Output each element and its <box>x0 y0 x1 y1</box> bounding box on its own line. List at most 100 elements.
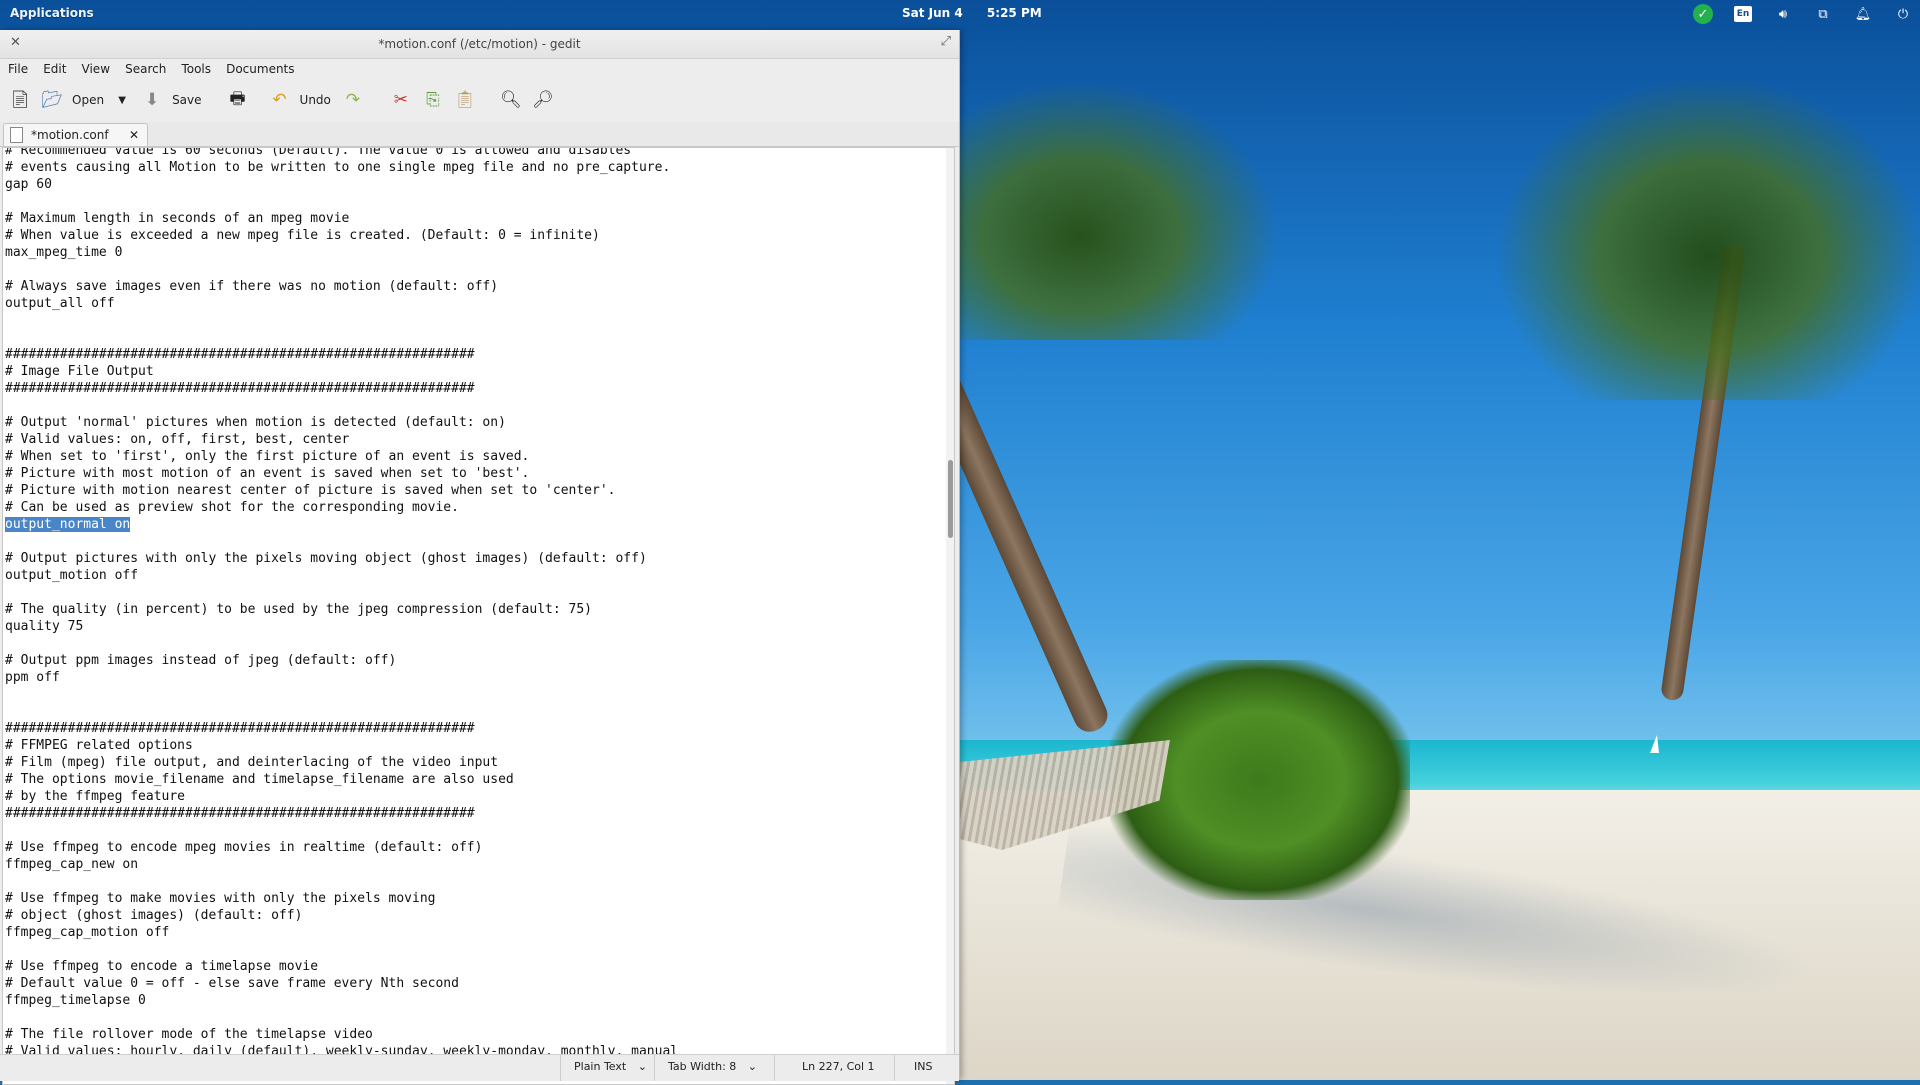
code-line[interactable]: quality 75 <box>5 618 678 635</box>
code-line[interactable] <box>5 193 678 210</box>
code-line[interactable]: # The options movie_filename and timelap… <box>5 771 678 788</box>
menu-edit[interactable]: Edit <box>43 62 66 76</box>
code-line[interactable] <box>5 686 678 703</box>
open-button[interactable]: 📂︎ Open <box>40 88 104 112</box>
code-line[interactable]: output_all off <box>5 295 678 312</box>
code-line[interactable]: # The file rollover mode of the timelaps… <box>5 1026 678 1043</box>
volume-icon[interactable]: 🔊︎ <box>1770 3 1796 25</box>
print-button[interactable]: 🖶 <box>226 88 250 112</box>
status-bar: Plain Text ⌄ Tab Width: 8 ⌄ Ln 227, Col … <box>0 1054 959 1081</box>
code-line[interactable]: ffmpeg_timelapse 0 <box>5 992 678 1009</box>
editor-content[interactable]: # Recommended value is 60 seconds (Defau… <box>5 148 678 1077</box>
code-line[interactable] <box>5 703 678 720</box>
code-line[interactable]: # events causing all Motion to be writte… <box>5 159 678 176</box>
code-line[interactable] <box>5 1009 678 1026</box>
save-button[interactable]: ⬇ Save <box>140 88 202 112</box>
code-line[interactable] <box>5 329 678 346</box>
redo-button[interactable]: ↷ <box>341 88 365 112</box>
text-editor[interactable]: # Recommended value is 60 seconds (Defau… <box>2 147 955 1085</box>
menu-documents[interactable]: Documents <box>226 62 294 76</box>
menu-search[interactable]: Search <box>125 62 166 76</box>
code-line[interactable] <box>5 584 678 601</box>
code-line[interactable]: # Film (mpeg) file output, and deinterla… <box>5 754 678 771</box>
paste-button[interactable]: 📋︎ <box>453 88 477 112</box>
code-line[interactable]: # Default value 0 = off - else save fram… <box>5 975 678 992</box>
panel-time: 5:25 PM <box>986 6 1042 20</box>
code-line[interactable]: # Image File Output <box>5 363 678 380</box>
code-line[interactable]: # by the ffmpeg feature <box>5 788 678 805</box>
keyboard-layout-indicator[interactable]: En <box>1730 3 1756 25</box>
code-line[interactable]: # object (ghost images) (default: off) <box>5 907 678 924</box>
cut-button[interactable]: ✂ <box>389 88 413 112</box>
code-line[interactable]: ffmpeg_cap_motion off <box>5 924 678 941</box>
notification-bell-icon[interactable]: 🔔︎ <box>1850 3 1876 25</box>
menu-tools[interactable]: Tools <box>181 62 211 76</box>
code-line[interactable]: # Output ppm images instead of jpeg (def… <box>5 652 678 669</box>
code-line[interactable]: # Use ffmpeg to encode mpeg movies in re… <box>5 839 678 856</box>
code-line[interactable]: # The quality (in percent) to be used by… <box>5 601 678 618</box>
network-icon[interactable]: ⧉ <box>1810 3 1836 25</box>
code-line[interactable]: ########################################… <box>5 380 678 397</box>
vertical-scrollbar[interactable] <box>946 148 954 1084</box>
code-line[interactable]: # When value is exceeded a new mpeg file… <box>5 227 678 244</box>
status-divider <box>560 1055 561 1081</box>
panel-clock[interactable]: Sat Jun 4 5:25 PM <box>902 6 1062 20</box>
code-line[interactable]: ########################################… <box>5 346 678 363</box>
code-line[interactable]: # Use ffmpeg to make movies with only th… <box>5 890 678 907</box>
system-tray: ✓ En 🔊︎ ⧉ 🔔︎ ⏻ <box>1690 3 1916 25</box>
menu-view[interactable]: View <box>82 62 110 76</box>
scissors-icon: ✂ <box>393 90 409 110</box>
new-document-button[interactable]: 📄︎ <box>8 88 32 112</box>
open-recent-dropdown[interactable]: ▼ <box>110 88 134 112</box>
code-line[interactable]: # FFMPEG related options <box>5 737 678 754</box>
maximize-icon[interactable]: ⤢ <box>941 34 951 49</box>
selected-text[interactable]: output_normal on <box>5 517 131 532</box>
find-button[interactable]: 🔍︎ <box>499 88 523 112</box>
code-line[interactable]: ffmpeg_cap_new on <box>5 856 678 873</box>
tab-width-label: Tab Width: 8 <box>668 1060 737 1073</box>
tab-width-selector[interactable]: Tab Width: 8 ⌄ <box>668 1060 757 1073</box>
copy-button[interactable]: ⎘ <box>421 88 445 112</box>
code-line[interactable] <box>5 635 678 652</box>
code-line[interactable] <box>5 261 678 278</box>
scrollbar-thumb[interactable] <box>948 460 953 538</box>
menu-file[interactable]: File <box>8 62 28 76</box>
code-line[interactable]: # Can be used as preview shot for the co… <box>5 499 678 516</box>
update-status-icon[interactable]: ✓ <box>1690 3 1716 25</box>
code-line[interactable]: output_normal on <box>5 516 678 533</box>
code-line[interactable] <box>5 822 678 839</box>
code-line[interactable] <box>5 533 678 550</box>
code-line[interactable]: # Use ffmpeg to encode a timelapse movie <box>5 958 678 975</box>
code-line[interactable]: gap 60 <box>5 176 678 193</box>
code-line[interactable]: # Recommended value is 60 seconds (Defau… <box>5 148 678 159</box>
applications-menu[interactable]: Applications <box>10 6 94 20</box>
code-line[interactable]: # Picture with motion nearest center of … <box>5 482 678 499</box>
code-line[interactable]: output_motion off <box>5 567 678 584</box>
toolbar: 📄︎ 📂︎ Open ▼ ⬇ Save 🖶 ↶ Undo ↷ ✂ ⎘ 📋︎ 🔍︎… <box>0 80 959 120</box>
language-selector[interactable]: Plain Text ⌄ <box>574 1060 647 1073</box>
code-line[interactable]: ppm off <box>5 669 678 686</box>
code-line[interactable]: # Output pictures with only the pixels m… <box>5 550 678 567</box>
code-line[interactable]: # Always save images even if there was n… <box>5 278 678 295</box>
code-line[interactable] <box>5 873 678 890</box>
window-titlebar[interactable]: ✕ *motion.conf (/etc/motion) - gedit ⤢ <box>0 30 959 59</box>
code-line[interactable]: # When set to 'first', only the first pi… <box>5 448 678 465</box>
code-line[interactable] <box>5 397 678 414</box>
code-line[interactable]: # Maximum length in seconds of an mpeg m… <box>5 210 678 227</box>
cursor-position: Ln 227, Col 1 <box>802 1060 875 1073</box>
code-line[interactable] <box>5 941 678 958</box>
code-line[interactable] <box>5 312 678 329</box>
find-replace-button[interactable]: 🔎︎ <box>531 88 555 112</box>
language-label: Plain Text <box>574 1060 627 1073</box>
power-icon[interactable]: ⏻ <box>1890 3 1916 25</box>
code-line[interactable]: max_mpeg_time 0 <box>5 244 678 261</box>
undo-button[interactable]: ↶ Undo <box>268 88 330 112</box>
code-line[interactable]: # Picture with most motion of an event i… <box>5 465 678 482</box>
code-line[interactable]: # Valid values: on, off, first, best, ce… <box>5 431 678 448</box>
window-title: *motion.conf (/etc/motion) - gedit <box>378 37 581 51</box>
tab-motion-conf[interactable]: *motion.conf ✕ <box>3 123 148 146</box>
code-line[interactable]: ########################################… <box>5 805 678 822</box>
close-tab-icon[interactable]: ✕ <box>129 128 139 142</box>
code-line[interactable]: # Output 'normal' pictures when motion i… <box>5 414 678 431</box>
code-line[interactable]: ########################################… <box>5 720 678 737</box>
